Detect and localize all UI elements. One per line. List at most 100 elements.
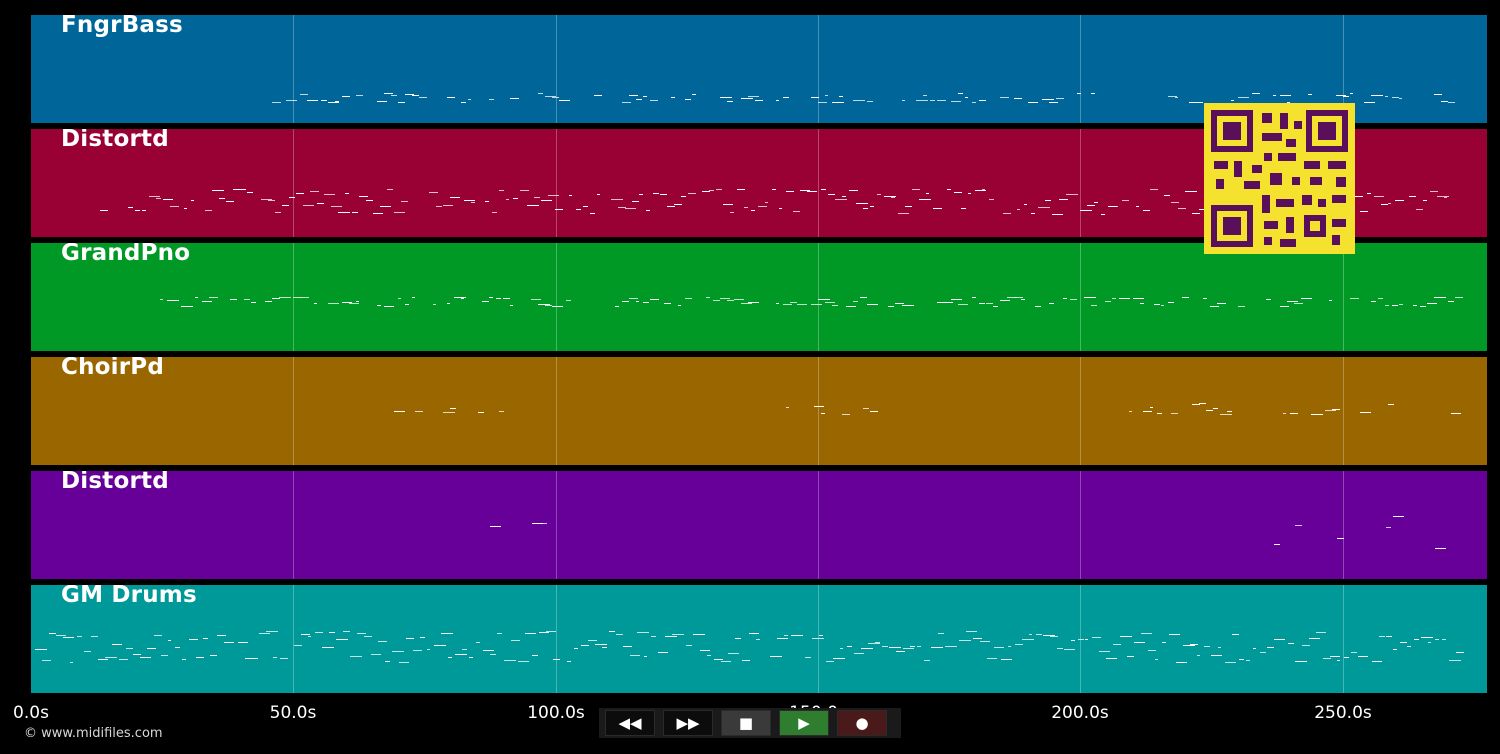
midi-note: [1364, 102, 1375, 103]
fast-forward-button[interactable]: ▶▶: [663, 710, 713, 736]
midi-note: [1448, 102, 1455, 103]
midi-note: [140, 657, 151, 658]
grid-line: [818, 15, 819, 123]
midi-note: [1203, 298, 1207, 299]
midi-note: [646, 210, 650, 211]
midi-note: [240, 189, 246, 190]
midi-note: [49, 633, 56, 634]
midi-note: [1169, 634, 1180, 635]
midi-note: [1024, 204, 1027, 205]
midi-note: [280, 658, 288, 659]
midi-note: [294, 645, 302, 646]
midi-note: [324, 194, 335, 195]
midi-note: [1386, 527, 1391, 528]
record-button[interactable]: ●: [837, 710, 887, 736]
midi-note: [860, 297, 867, 298]
midi-note: [895, 303, 904, 304]
midi-note: [713, 300, 720, 301]
midi-note: [790, 302, 797, 303]
midi-note: [406, 638, 414, 639]
midi-note: [1420, 306, 1426, 307]
midi-note: [954, 192, 962, 193]
midi-note: [1434, 297, 1446, 298]
midi-note: [644, 656, 647, 657]
midi-note: [870, 206, 874, 207]
play-button[interactable]: ▶: [779, 710, 829, 736]
grid-line: [1080, 471, 1081, 579]
midi-note: [1080, 210, 1092, 211]
midi-note: [1273, 95, 1276, 96]
midi-note: [867, 101, 873, 102]
midi-note: [854, 653, 864, 654]
midi-note: [688, 193, 696, 194]
midi-note: [450, 197, 460, 198]
midi-note: [419, 97, 427, 98]
midi-note: [545, 305, 552, 306]
midi-note: [539, 523, 547, 524]
midi-note: [1014, 297, 1023, 298]
midi-note: [814, 406, 824, 407]
midi-note: [359, 196, 368, 197]
midi-note: [1197, 655, 1200, 656]
midi-note: [1063, 298, 1067, 299]
midi-note: [552, 97, 559, 98]
midi-note: [741, 98, 753, 99]
midi-note: [126, 648, 133, 649]
midi-note: [1050, 636, 1058, 637]
midi-note: [135, 210, 140, 211]
midi-note: [791, 635, 803, 636]
midi-note: [307, 100, 318, 101]
midi-note: [811, 97, 819, 98]
midi-note: [296, 193, 304, 194]
midi-note: [1000, 300, 1010, 301]
midi-note: [461, 102, 466, 103]
rewind-icon: ◀◀: [618, 714, 642, 732]
midi-note: [1343, 96, 1349, 97]
midi-note: [1360, 412, 1371, 413]
midi-note: [636, 301, 639, 302]
midi-note: [1360, 211, 1368, 212]
midi-note: [660, 194, 667, 195]
midi-note: [832, 305, 838, 306]
rewind-button[interactable]: ◀◀: [605, 710, 655, 736]
midi-note: [742, 660, 750, 661]
midi-note: [678, 305, 681, 306]
midi-note: [189, 639, 198, 640]
midi-note: [588, 640, 597, 641]
midi-note: [511, 640, 520, 641]
midi-note: [1038, 207, 1050, 208]
midi-note: [1113, 644, 1121, 645]
midi-note: [300, 297, 309, 298]
stop-button[interactable]: ■: [721, 710, 771, 736]
midi-note: [667, 206, 675, 207]
midi-note: [555, 209, 563, 210]
midi-note: [966, 631, 977, 632]
midi-note: [1077, 93, 1081, 94]
midi-note: [1161, 305, 1164, 306]
midi-note: [168, 640, 171, 641]
midi-note: [723, 204, 733, 205]
midi-note: [527, 205, 539, 206]
midi-note: [1435, 548, 1446, 549]
midi-note: [1378, 298, 1383, 299]
midi-note: [625, 208, 636, 209]
midi-note: [275, 212, 281, 213]
midi-note: [384, 306, 394, 307]
midi-note: [835, 199, 847, 200]
track-label: GM Drums: [61, 585, 197, 608]
midi-note: [1407, 646, 1411, 647]
midi-note: [191, 200, 194, 201]
midi-note: [412, 297, 415, 298]
midi-note: [35, 649, 47, 650]
midi-note: [329, 632, 335, 633]
midi-note: [559, 100, 570, 101]
midi-note: [1134, 642, 1145, 643]
midi-note: [597, 194, 600, 195]
midi-note: [686, 645, 692, 646]
midi-note: [510, 98, 519, 99]
midi-note: [1182, 297, 1189, 298]
grid-line: [1343, 585, 1344, 693]
midi-note: [1031, 213, 1035, 214]
midi-note: [721, 661, 731, 662]
midi-note: [751, 210, 755, 211]
